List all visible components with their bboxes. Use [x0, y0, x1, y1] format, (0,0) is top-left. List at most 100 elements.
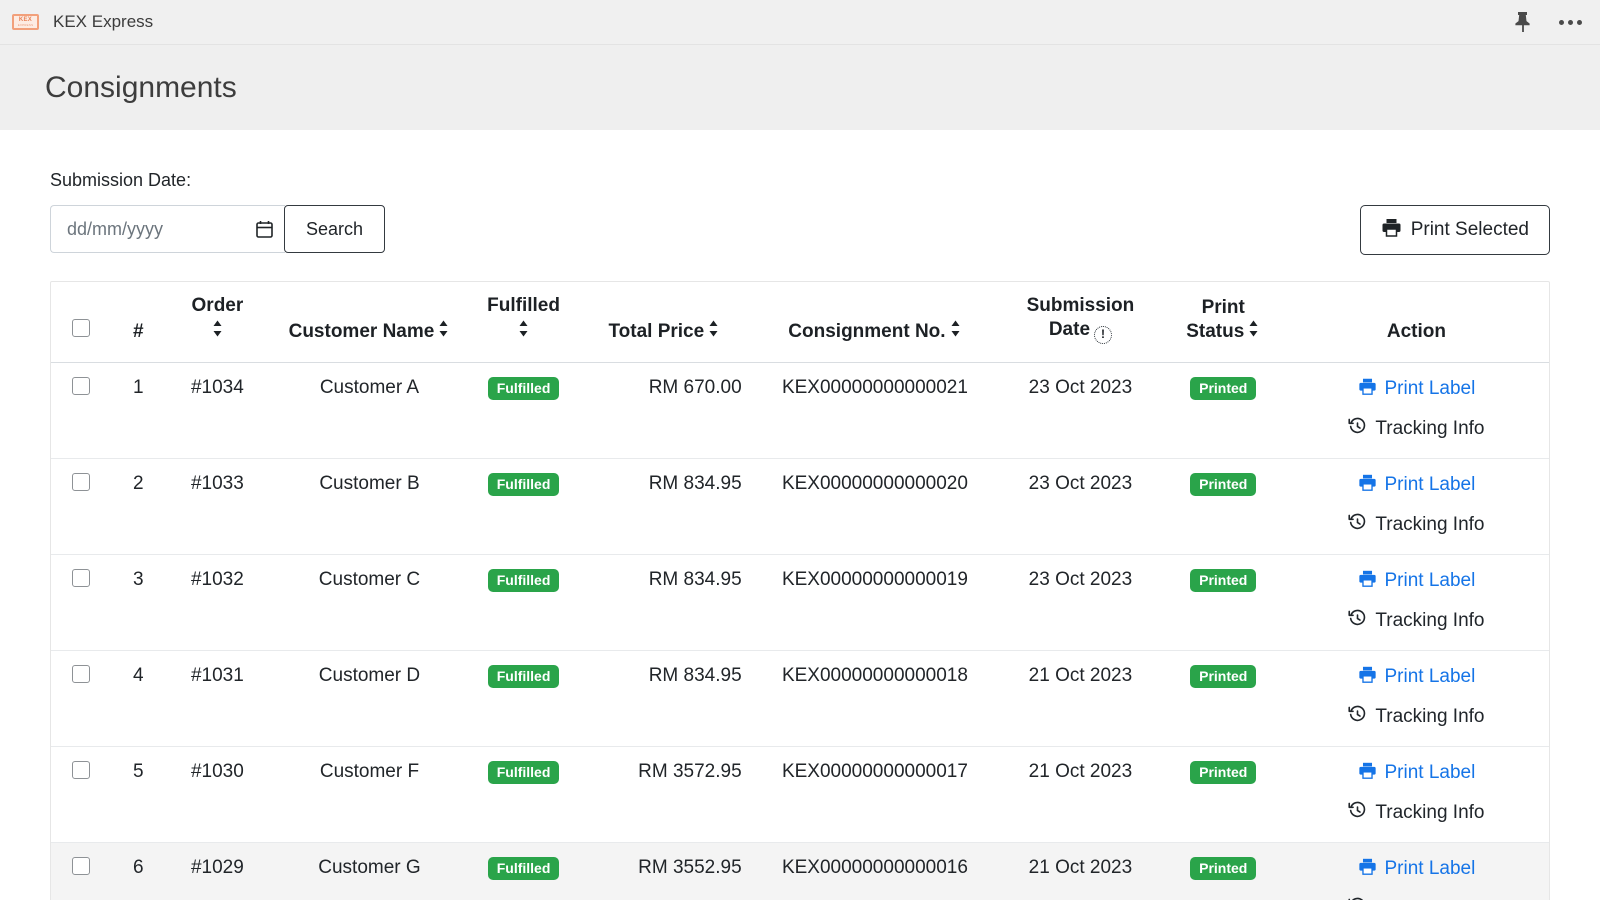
- row-customer-name: Customer C: [268, 553, 471, 651]
- row-consignment-no: KEX00000000000019: [751, 553, 999, 651]
- row-fulfilled-cell: Fulfilled: [470, 649, 577, 747]
- header-print-status[interactable]: Print Status: [1162, 282, 1284, 363]
- row-total-price: RM 834.95: [577, 457, 752, 555]
- fulfilled-badge: Fulfilled: [487, 760, 560, 784]
- header-fulfilled[interactable]: Fulfilled: [470, 282, 577, 363]
- row-checkbox[interactable]: [71, 856, 90, 875]
- row-total-price: RM 834.95: [577, 553, 752, 651]
- print-selected-label: Print Selected: [1410, 219, 1529, 240]
- header-index: #: [110, 282, 167, 363]
- tracking-info-button[interactable]: Tracking Info: [1290, 513, 1543, 538]
- print-status-badge: Printed: [1190, 568, 1257, 592]
- row-print-status-cell: Printed: [1162, 841, 1284, 900]
- info-exclamation-icon[interactable]: !: [1094, 325, 1113, 344]
- print-label-button[interactable]: Print Label: [1290, 377, 1543, 402]
- header-customer-name[interactable]: Customer Name: [268, 282, 471, 363]
- tracking-info-button[interactable]: Tracking Info: [1290, 417, 1543, 442]
- row-checkbox[interactable]: [71, 760, 90, 779]
- header-order[interactable]: Order: [166, 282, 269, 363]
- row-select-cell[interactable]: [51, 745, 111, 843]
- table-row[interactable]: 4 #1031 Customer D Fulfilled RM 834.95 KEX000…: [51, 649, 1549, 747]
- row-order: #1034: [190, 376, 244, 398]
- clock-history-icon: [1348, 417, 1367, 442]
- tracking-info-button[interactable]: Tracking Info: [1290, 705, 1543, 730]
- table-head: # Order Customer Name Fulfilled Total Pr…: [51, 282, 1549, 363]
- row-index: 4: [110, 649, 167, 747]
- submission-date-input[interactable]: dd/mm/yyyy: [50, 205, 285, 253]
- pin-icon[interactable]: [1513, 11, 1533, 33]
- row-action-cell: Print Label Tracking Info: [1284, 362, 1549, 458]
- table-row[interactable]: 1 #1034 Customer A Fulfilled RM 670.00 KEX000…: [51, 362, 1549, 458]
- table-row[interactable]: 5 #1030 Customer F Fulfilled RM 3572.95 KEX00…: [51, 745, 1549, 843]
- row-checkbox[interactable]: [71, 376, 90, 395]
- row-submission-date: 21 Oct 2023: [998, 745, 1163, 843]
- table-row[interactable]: 6 #1029 Customer G Fulfilled RM 3552.95 KEX00…: [51, 841, 1549, 900]
- more-horizontal-icon[interactable]: [1559, 19, 1582, 25]
- sort-arrows-icon[interactable]: [517, 320, 530, 344]
- header-print-line2: Status: [1186, 321, 1245, 342]
- clock-history-icon: [1348, 705, 1367, 730]
- row-print-status-cell: Printed: [1162, 457, 1284, 555]
- print-status-badge: Printed: [1190, 376, 1257, 400]
- tracking-info-text: Tracking Info: [1375, 706, 1485, 728]
- print-label-button[interactable]: Print Label: [1290, 473, 1543, 498]
- row-submission-date: 21 Oct 2023: [998, 841, 1163, 900]
- row-total-price: RM 3552.95: [577, 841, 752, 900]
- filter-row: dd/mm/yyyy Search Print Selected: [50, 205, 1550, 255]
- row-index: 5: [110, 745, 167, 843]
- select-all-checkbox[interactable]: [71, 319, 90, 337]
- sort-arrows-icon[interactable]: [949, 320, 962, 344]
- submission-date-label: Submission Date:: [50, 170, 192, 190]
- row-consignment-no: KEX00000000000021: [781, 376, 968, 398]
- row-fulfilled-cell: Fulfilled: [470, 745, 577, 843]
- table-row[interactable]: 2 #1033 Customer B Fulfilled RM 834.95 KEX000…: [51, 457, 1549, 555]
- print-label-button[interactable]: Print Label: [1290, 665, 1543, 690]
- calendar-icon[interactable]: [256, 220, 273, 238]
- row-index: 6: [110, 841, 167, 900]
- sort-arrows-icon[interactable]: [1247, 320, 1260, 344]
- print-label-button[interactable]: Print Label: [1290, 761, 1543, 786]
- header-consignment-no[interactable]: Consignment No.: [751, 282, 999, 363]
- tracking-info-button[interactable]: Tracking Info: [1290, 801, 1543, 826]
- header-select-all[interactable]: [51, 282, 111, 363]
- fulfilled-badge: Fulfilled: [487, 664, 560, 688]
- sort-arrows-icon[interactable]: [707, 320, 720, 344]
- fulfilled-badge: Fulfilled: [487, 472, 560, 496]
- tracking-info-button[interactable]: Tracking Info: [1290, 609, 1543, 634]
- kex-logo-icon: KEX EXPRESS: [12, 14, 39, 30]
- sort-arrows-icon[interactable]: [437, 320, 450, 344]
- row-action-cell: Print LabelTracking Info: [1283, 841, 1549, 900]
- row-order: #1033: [166, 457, 269, 555]
- app-bar: KEX EXPRESS KEX Express: [0, 0, 1600, 44]
- fulfilled-badge: Fulfilled: [487, 568, 560, 592]
- printer-icon: [1381, 217, 1402, 244]
- row-select-cell[interactable]: [51, 841, 111, 900]
- date-placeholder: dd/mm/yyyy: [67, 218, 164, 239]
- print-label-button[interactable]: Print Label: [1290, 857, 1543, 882]
- clock-history-icon: [1348, 801, 1367, 826]
- table-row[interactable]: 3 #1032 Customer C Fulfilled RM 834.95 KEX000…: [51, 553, 1549, 651]
- row-select-cell[interactable]: [51, 553, 111, 651]
- row-consignment-no: KEX00000000000018: [751, 649, 999, 747]
- print-status-badge: Printed: [1190, 472, 1257, 496]
- row-checkbox[interactable]: [71, 472, 90, 491]
- print-label-button[interactable]: Print Label: [1290, 569, 1543, 594]
- row-customer-name: Customer D: [268, 649, 471, 747]
- row-total-price: RM 670.00: [648, 376, 742, 398]
- row-checkbox[interactable]: [71, 568, 90, 587]
- sort-arrows-icon[interactable]: [211, 320, 224, 344]
- row-select-cell[interactable]: [51, 457, 111, 555]
- row-action-cell: Print Label Tracking Info: [1283, 553, 1549, 651]
- search-button[interactable]: Search: [284, 205, 385, 253]
- header-total-price[interactable]: Total Price: [577, 282, 752, 363]
- print-selected-button[interactable]: Print Selected: [1359, 205, 1550, 255]
- tracking-info-text: Tracking Info: [1375, 514, 1485, 536]
- row-index: 1: [133, 376, 144, 398]
- row-select-cell[interactable]: [51, 649, 111, 747]
- header-consignment-no-label: Consignment No.: [788, 321, 946, 342]
- table-header-row: # Order Customer Name Fulfilled Total Pr…: [51, 282, 1549, 363]
- row-fulfilled-cell: Fulfilled: [470, 841, 577, 900]
- row-consignment-no: KEX00000000000020: [751, 457, 999, 555]
- row-checkbox[interactable]: [71, 664, 90, 683]
- row-select-cell[interactable]: [51, 362, 111, 458]
